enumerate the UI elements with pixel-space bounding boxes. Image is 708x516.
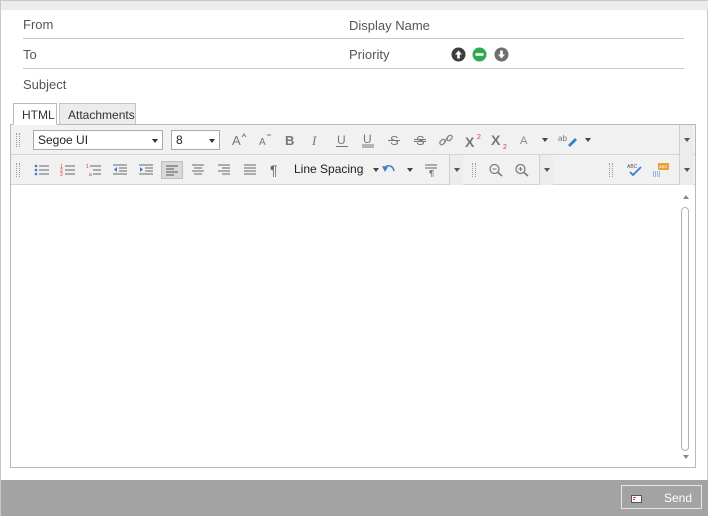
to-label: To: [23, 47, 37, 62]
scroll-up-arrow-icon[interactable]: [683, 195, 689, 199]
toolbar2-group1-overflow[interactable]: [449, 155, 463, 185]
paragraph-toolbar: 123 1a ¶ Line Spacing ¶ ABC ABC: [11, 155, 695, 185]
italic-icon[interactable]: I: [307, 131, 325, 149]
grow-font-icon[interactable]: A: [230, 131, 248, 149]
svg-text:a: a: [89, 172, 92, 177]
toolbar2-overflow-button[interactable]: [679, 155, 693, 185]
strikethrough-icon[interactable]: S: [385, 131, 403, 149]
double-underline-icon[interactable]: U: [359, 131, 377, 149]
svg-text:A: A: [232, 133, 241, 147]
svg-text:¶: ¶: [429, 169, 434, 177]
multilevel-list-icon[interactable]: 1a: [85, 161, 103, 179]
svg-text:U: U: [337, 133, 346, 147]
spelling-options-icon[interactable]: ABC: [651, 161, 671, 179]
toolbar-grip[interactable]: [609, 163, 613, 177]
send-button[interactable]: Send: [621, 485, 702, 509]
hyperlink-icon[interactable]: [437, 131, 455, 149]
svg-text:1: 1: [86, 164, 89, 170]
mail-compose-window: From Display Name To Priority Subject HT…: [0, 0, 708, 516]
undo-icon[interactable]: [380, 161, 398, 179]
font-color-dropdown[interactable]: [542, 138, 548, 142]
bold-icon[interactable]: B: [281, 131, 299, 149]
font-family-select[interactable]: Segoe UI: [33, 130, 163, 150]
line-spacing-dropdown[interactable]: [373, 168, 379, 172]
numbering-icon[interactable]: 123: [59, 161, 77, 179]
svg-text:ABC: ABC: [627, 164, 638, 170]
show-paragraph-icon[interactable]: ¶: [267, 161, 285, 179]
to-field-line[interactable]: [23, 68, 684, 69]
svg-text:A: A: [520, 135, 528, 147]
tab-attachments[interactable]: Attachments: [59, 103, 136, 125]
toolbar2-group2-overflow[interactable]: [539, 155, 553, 185]
underline-icon[interactable]: U: [333, 131, 351, 149]
font-size-select[interactable]: 8: [171, 130, 220, 150]
zoom-out-icon[interactable]: [487, 161, 505, 179]
bullets-icon[interactable]: [33, 161, 51, 179]
scroll-down-arrow-icon[interactable]: [683, 455, 689, 459]
editor-content-area[interactable]: [11, 187, 695, 467]
double-strikethrough-icon[interactable]: S: [411, 131, 429, 149]
svg-text:3: 3: [60, 172, 63, 177]
svg-text:A: A: [259, 137, 266, 147]
font-size-value: 8: [176, 133, 183, 147]
footer-bar: Send: [1, 480, 708, 516]
superscript-icon[interactable]: X2: [463, 131, 485, 149]
tab-html[interactable]: HTML: [13, 103, 57, 125]
subscript-icon[interactable]: X2: [489, 131, 511, 149]
svg-text:¶: ¶: [270, 163, 278, 177]
align-right-icon[interactable]: [215, 161, 233, 179]
spell-check-icon[interactable]: ABC: [625, 161, 645, 179]
display-name-label: Display Name: [349, 18, 430, 33]
svg-text:X: X: [465, 134, 475, 148]
svg-text:2: 2: [503, 144, 507, 149]
highlight-icon[interactable]: ab: [557, 131, 579, 149]
increase-indent-icon[interactable]: [137, 161, 155, 179]
zoom-in-icon[interactable]: [513, 161, 531, 179]
svg-text:B: B: [285, 133, 294, 147]
align-left-icon[interactable]: [161, 161, 183, 179]
from-field-line[interactable]: [23, 38, 684, 39]
font-color-icon[interactable]: A: [517, 131, 533, 149]
align-center-icon[interactable]: [189, 161, 207, 179]
highlight-dropdown[interactable]: [585, 138, 591, 142]
undo-dropdown[interactable]: [407, 168, 413, 172]
subject-label: Subject: [23, 77, 67, 92]
svg-text:X: X: [491, 133, 501, 148]
formatting-toolbar: Segoe UI 8 A A B I U U S S X2 X2 A ab: [11, 125, 695, 155]
window-top-strip: [1, 1, 708, 10]
toolbar-grip[interactable]: [16, 163, 20, 177]
paragraph-marks-icon[interactable]: ¶: [422, 161, 440, 179]
send-mail-icon: [631, 492, 642, 503]
toolbar-grip[interactable]: [472, 163, 476, 177]
decrease-indent-icon[interactable]: [111, 161, 129, 179]
toolbar1-overflow-button[interactable]: [679, 125, 693, 155]
scroll-thumb[interactable]: [681, 207, 689, 451]
priority-normal-icon[interactable]: [472, 47, 487, 62]
send-button-label: Send: [663, 491, 692, 505]
svg-text:ABC: ABC: [659, 164, 667, 169]
justify-icon[interactable]: [241, 161, 259, 179]
svg-text:U: U: [363, 133, 372, 146]
svg-text:2: 2: [477, 134, 481, 141]
toolbar-grip[interactable]: [16, 133, 20, 147]
priority-label: Priority: [349, 47, 390, 62]
priority-low-icon[interactable]: [494, 47, 509, 62]
svg-text:ab: ab: [558, 134, 567, 143]
editor-vertical-scrollbar[interactable]: [679, 189, 693, 465]
shrink-font-icon[interactable]: A: [256, 131, 274, 149]
priority-high-icon[interactable]: [451, 47, 466, 62]
from-label: From: [23, 17, 54, 32]
font-family-value: Segoe UI: [38, 133, 89, 147]
line-spacing-button[interactable]: Line Spacing: [294, 162, 363, 176]
svg-text:I: I: [311, 133, 317, 147]
html-editor: Segoe UI 8 A A B I U U S S X2 X2 A ab: [10, 124, 696, 468]
